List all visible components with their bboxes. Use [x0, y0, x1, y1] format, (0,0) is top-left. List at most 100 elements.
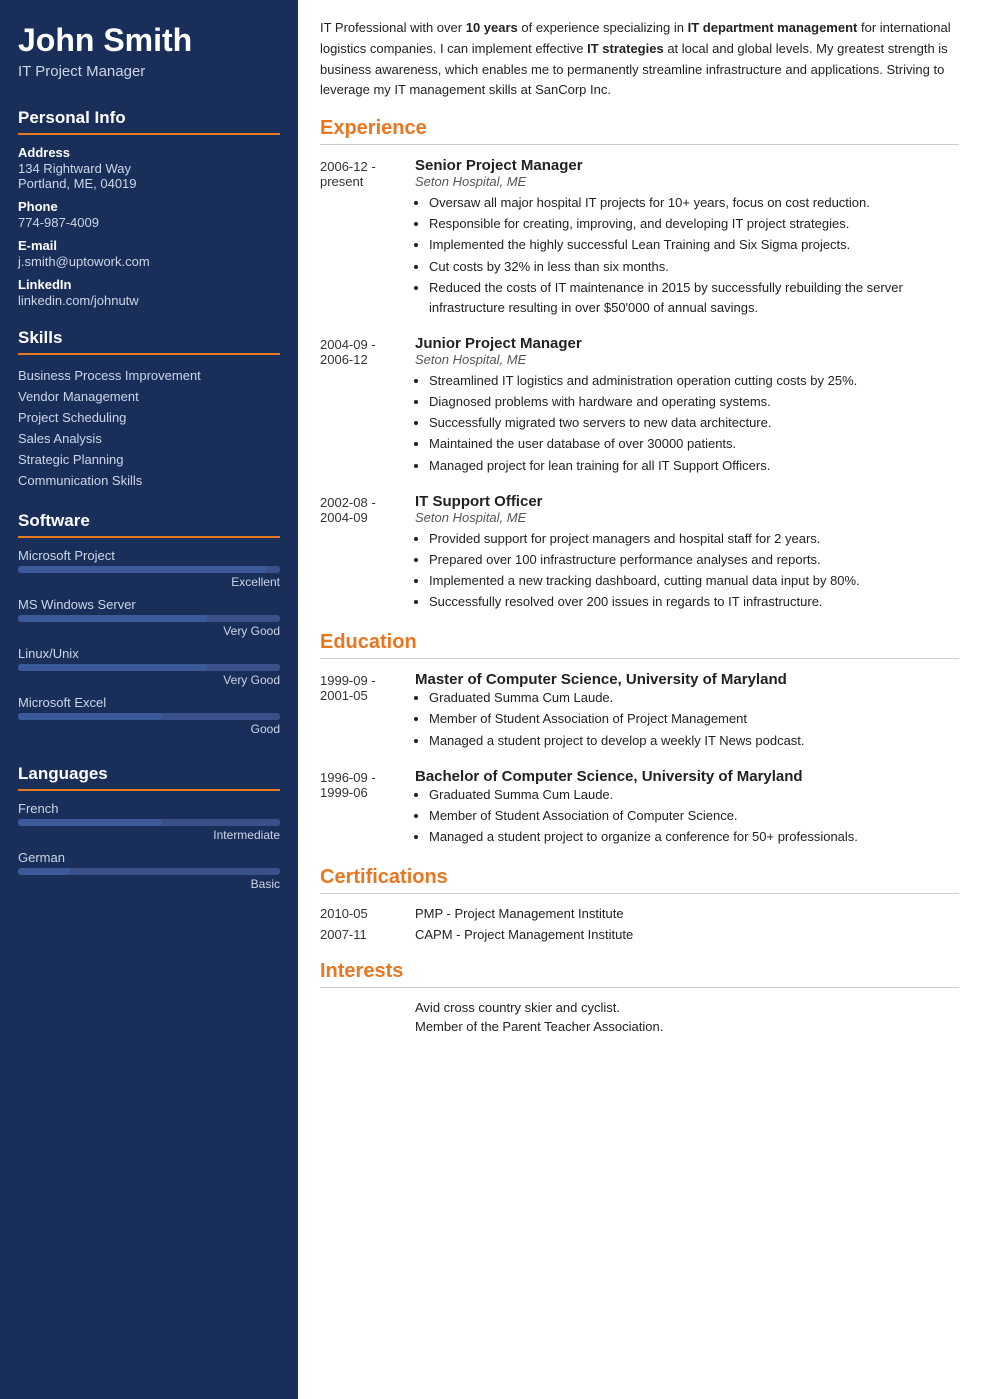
- personal-info-title: Personal Info: [18, 108, 280, 135]
- linkedin-value: linkedin.com/johnutw: [18, 293, 280, 308]
- list-item: Oversaw all major hospital IT projects f…: [429, 193, 959, 213]
- lang-french: French Intermediate: [18, 801, 280, 842]
- skills-title: Skills: [18, 328, 280, 355]
- list-item: Managed project for lean training for al…: [429, 456, 959, 476]
- skill-item: Communication Skills: [18, 470, 280, 491]
- personal-info-section: Personal Info Address 134 Rightward WayP…: [0, 98, 298, 318]
- bullet-list: Oversaw all major hospital IT projects f…: [415, 193, 959, 318]
- candidate-title: IT Project Manager: [18, 63, 280, 80]
- phone-label: Phone: [18, 199, 280, 214]
- entry-body: Master of Computer Science, University o…: [415, 671, 959, 751]
- lang-german: German Basic: [18, 850, 280, 891]
- company: Seton Hospital, ME: [415, 174, 959, 189]
- bullet-list: Graduated Summa Cum Laude. Member of Stu…: [415, 688, 959, 750]
- job-title: Senior Project Manager: [415, 157, 959, 174]
- experience-entry: 2004-09 -2006-12 Junior Project Manager …: [320, 335, 959, 477]
- list-item: Prepared over 100 infrastructure perform…: [429, 550, 959, 570]
- software-section: Software Microsoft Project Excellent MS …: [0, 501, 298, 754]
- skills-section: Skills Business Process Improvement Vend…: [0, 318, 298, 501]
- certifications-title: Certifications: [320, 866, 959, 894]
- address-label: Address: [18, 145, 280, 160]
- email-label: E-mail: [18, 238, 280, 253]
- list-item: Member of Student Association of Compute…: [429, 806, 959, 826]
- bar-bg: [18, 868, 280, 875]
- degree-title: Bachelor of Computer Science, University…: [415, 768, 959, 785]
- entry-body: Bachelor of Computer Science, University…: [415, 768, 959, 848]
- list-item: Successfully resolved over 200 issues in…: [429, 592, 959, 612]
- cert-date: 2010-05: [320, 906, 415, 921]
- degree-title: Master of Computer Science, University o…: [415, 671, 959, 688]
- education-title: Education: [320, 631, 959, 659]
- experience-entry: 2006-12 -present Senior Project Manager …: [320, 157, 959, 319]
- bar-fill: [18, 819, 162, 826]
- experience-entry: 2002-08 -2004-09 IT Support Officer Seto…: [320, 493, 959, 614]
- skill-item: Business Process Improvement: [18, 365, 280, 386]
- phone-value: 774-987-4009: [18, 215, 280, 230]
- entry-body: Junior Project Manager Seton Hospital, M…: [415, 335, 959, 477]
- list-item: Cut costs by 32% in less than six months…: [429, 257, 959, 277]
- list-item: Streamlined IT logistics and administrat…: [429, 371, 959, 391]
- languages-section: Languages French Intermediate German Bas…: [0, 754, 298, 909]
- entry-date: 2006-12 -present: [320, 157, 415, 319]
- cert-date: 2007-11: [320, 927, 415, 942]
- company: Seton Hospital, ME: [415, 352, 959, 367]
- software-excel: Microsoft Excel Good: [18, 695, 280, 736]
- interest-item: Avid cross country skier and cyclist.: [415, 1000, 959, 1015]
- entry-date: 1996-09 -1999-06: [320, 768, 415, 848]
- bar-bg: [18, 615, 280, 622]
- experience-title: Experience: [320, 117, 959, 145]
- software-microsoft-project: Microsoft Project Excellent: [18, 548, 280, 589]
- software-title: Software: [18, 511, 280, 538]
- main-content: IT Professional with over 10 years of ex…: [298, 0, 987, 1399]
- list-item: Reduced the costs of IT maintenance in 2…: [429, 278, 959, 318]
- list-item: Managed a student project to organize a …: [429, 827, 959, 847]
- bar-bg: [18, 713, 280, 720]
- company: Seton Hospital, ME: [415, 510, 959, 525]
- summary: IT Professional with over 10 years of ex…: [320, 18, 959, 101]
- list-item: Graduated Summa Cum Laude.: [429, 785, 959, 805]
- entry-date: 2004-09 -2006-12: [320, 335, 415, 477]
- job-title: Junior Project Manager: [415, 335, 959, 352]
- list-item: Implemented the highly successful Lean T…: [429, 235, 959, 255]
- education-entry: 1996-09 -1999-06 Bachelor of Computer Sc…: [320, 768, 959, 848]
- bar-fill: [18, 615, 207, 622]
- cert-value: PMP - Project Management Institute: [415, 906, 624, 921]
- list-item: Implemented a new tracking dashboard, cu…: [429, 571, 959, 591]
- entry-body: IT Support Officer Seton Hospital, ME Pr…: [415, 493, 959, 614]
- education-section: Education 1999-09 -2001-05 Master of Com…: [320, 631, 959, 848]
- list-item: Responsible for creating, improving, and…: [429, 214, 959, 234]
- list-item: Successfully migrated two servers to new…: [429, 413, 959, 433]
- sidebar: John Smith IT Project Manager Personal I…: [0, 0, 298, 1399]
- interest-item: Member of the Parent Teacher Association…: [415, 1019, 959, 1034]
- bar-bg: [18, 664, 280, 671]
- candidate-name: John Smith: [18, 22, 280, 59]
- email-value: j.smith@uptowork.com: [18, 254, 280, 269]
- bar-fill: [18, 566, 267, 573]
- bar-bg: [18, 566, 280, 573]
- cert-entry: 2007-11 CAPM - Project Management Instit…: [320, 927, 959, 942]
- entry-body: Senior Project Manager Seton Hospital, M…: [415, 157, 959, 319]
- interests-section: Interests Avid cross country skier and c…: [320, 960, 959, 1034]
- bullet-list: Provided support for project managers an…: [415, 529, 959, 613]
- list-item: Diagnosed problems with hardware and ope…: [429, 392, 959, 412]
- bar-fill: [18, 713, 162, 720]
- bar-fill: [18, 868, 70, 875]
- bar-fill: [18, 664, 207, 671]
- list-item: Graduated Summa Cum Laude.: [429, 688, 959, 708]
- job-title: IT Support Officer: [415, 493, 959, 510]
- software-ms-windows: MS Windows Server Very Good: [18, 597, 280, 638]
- entry-date: 1999-09 -2001-05: [320, 671, 415, 751]
- certifications-section: Certifications 2010-05 PMP - Project Man…: [320, 866, 959, 942]
- list-item: Provided support for project managers an…: [429, 529, 959, 549]
- linkedin-label: LinkedIn: [18, 277, 280, 292]
- cert-value: CAPM - Project Management Institute: [415, 927, 633, 942]
- list-item: Member of Student Association of Project…: [429, 709, 959, 729]
- experience-section: Experience 2006-12 -present Senior Proje…: [320, 117, 959, 613]
- list-item: Managed a student project to develop a w…: [429, 731, 959, 751]
- software-linux: Linux/Unix Very Good: [18, 646, 280, 687]
- list-item: Maintained the user database of over 300…: [429, 434, 959, 454]
- address-value: 134 Rightward WayPortland, ME, 04019: [18, 161, 280, 191]
- skill-item: Sales Analysis: [18, 428, 280, 449]
- education-entry: 1999-09 -2001-05 Master of Computer Scie…: [320, 671, 959, 751]
- languages-title: Languages: [18, 764, 280, 791]
